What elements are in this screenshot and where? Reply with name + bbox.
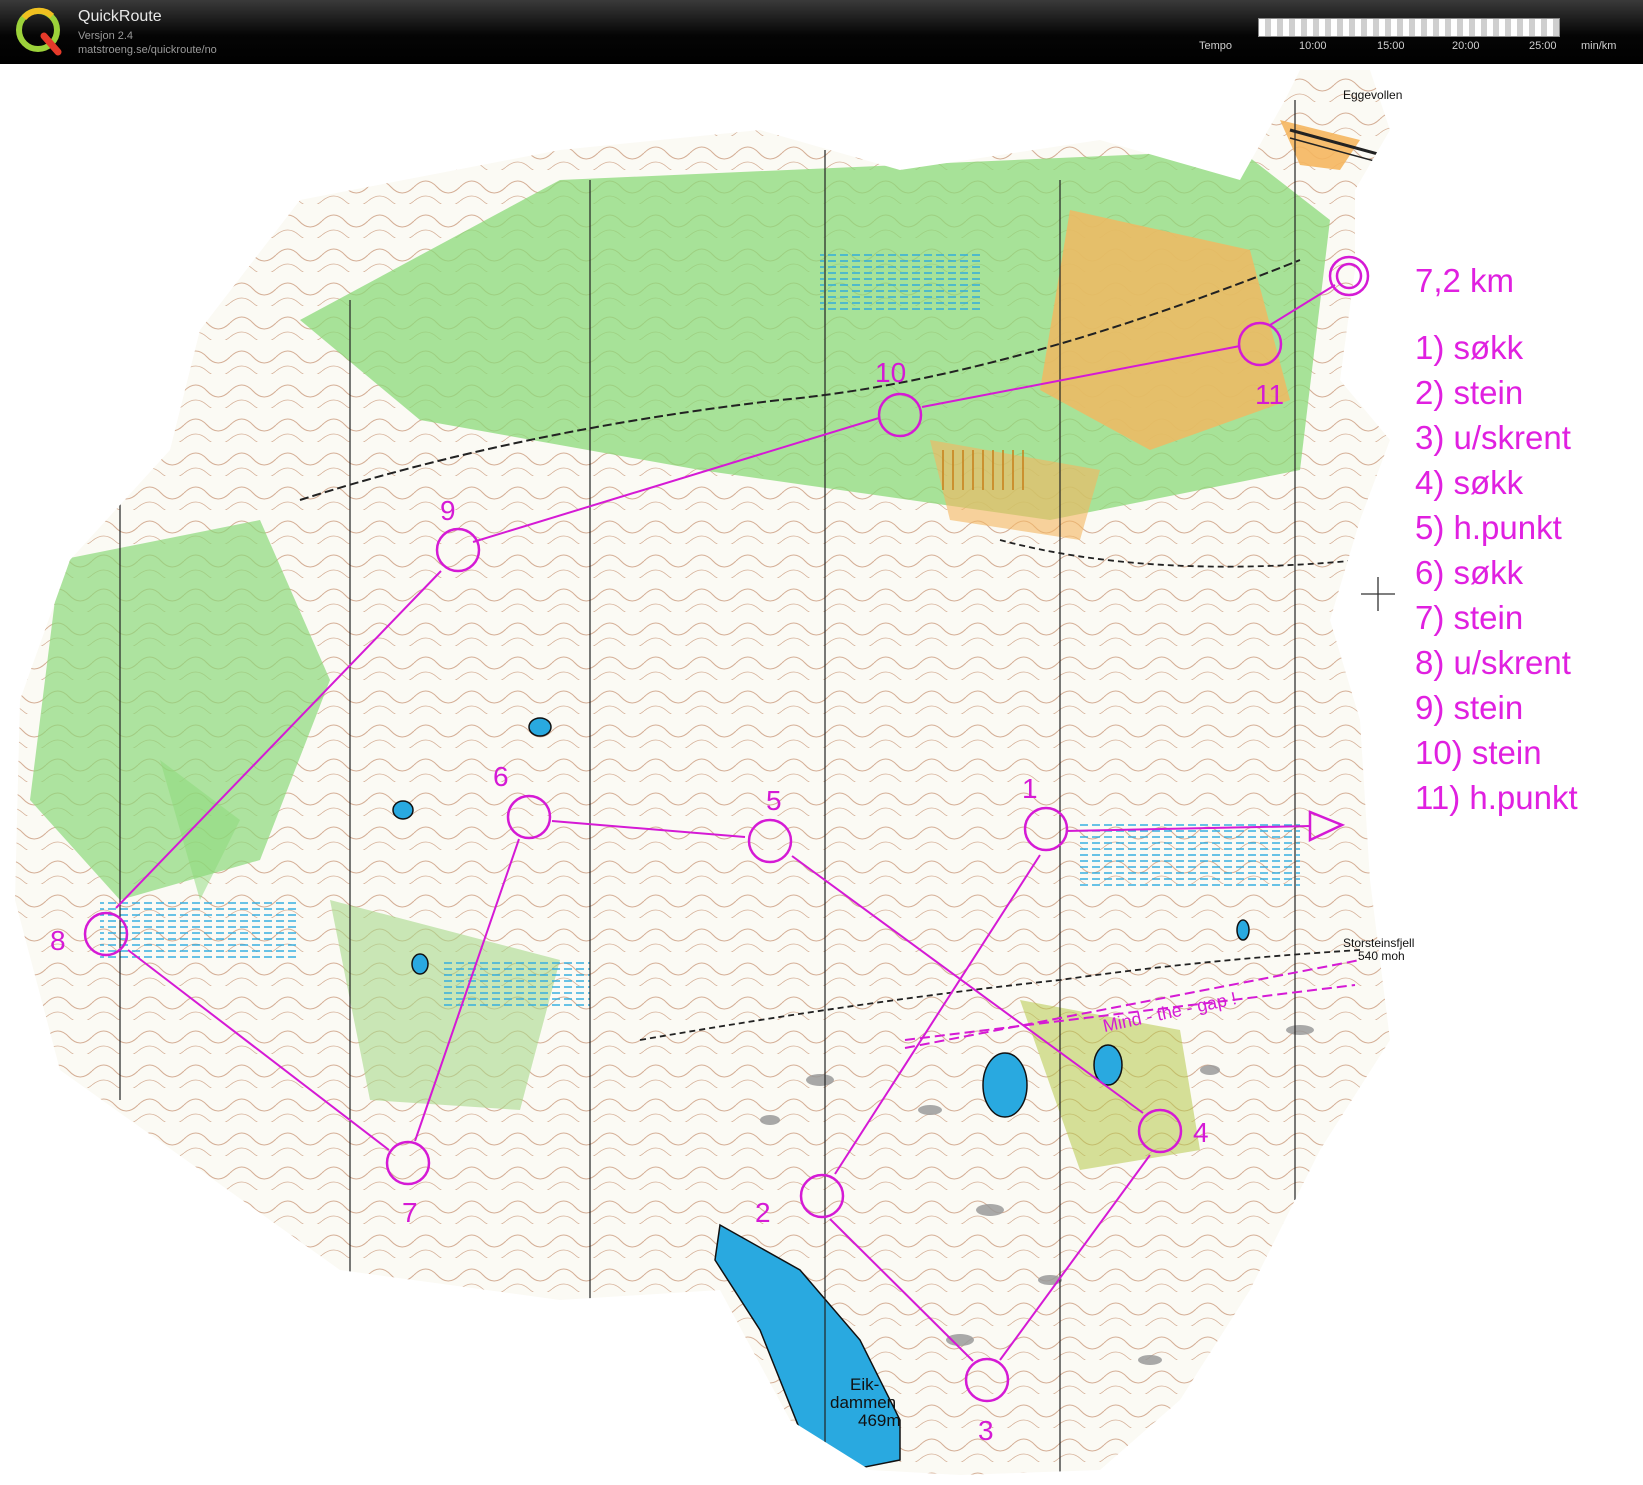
quickroute-logo-icon	[16, 7, 62, 56]
tempo-tick-25: 25:00	[1529, 40, 1557, 52]
label-summit-height: 540 moh	[1358, 949, 1405, 963]
quickroute-toolbar: QuickRoute Versjon 2.4 matstroeng.se/qui…	[0, 0, 1643, 64]
control-description: 3) u/skrent	[1415, 419, 1571, 456]
control-description: 5) h.punkt	[1415, 509, 1562, 546]
label-lake-line3: 469m	[858, 1411, 901, 1430]
control-description: 6) søkk	[1415, 554, 1524, 591]
control-number-6: 6	[493, 761, 509, 792]
crosshair-icon	[1361, 577, 1395, 611]
tempo-color-scale[interactable]	[1258, 18, 1560, 37]
label-eggevollen: Eggevollen	[1343, 88, 1402, 102]
control-description: 7) stein	[1415, 599, 1524, 636]
control-description: 9) stein	[1415, 689, 1524, 726]
control-description: 11) h.punkt	[1415, 779, 1578, 816]
control-number-9: 9	[440, 495, 456, 526]
control-number-10: 10	[875, 357, 906, 388]
app-url: matstroeng.se/quickroute/no	[78, 44, 217, 56]
course-legend: 7,2 km 1) søkk 2) stein 3) u/skrent 4) s…	[1415, 258, 1578, 820]
label-lake-line2: dammen	[830, 1393, 896, 1412]
control-description: 1) søkk	[1415, 329, 1524, 366]
tempo-tick-10: 10:00	[1299, 40, 1327, 52]
label-summit-name: Storsteinsfjell	[1343, 936, 1414, 950]
control-number-7: 7	[402, 1197, 418, 1228]
app-version: Versjon 2.4	[78, 30, 134, 42]
orienteering-map[interactable]: 1 2 3 4 5 6 7 8 9 10 11 Mind - the - gap…	[0, 64, 1643, 1485]
label-lake-line1: Eik-	[850, 1375, 879, 1394]
course-distance: 7,2 km	[1415, 262, 1515, 299]
control-number-3: 3	[978, 1415, 994, 1446]
map-terrain	[15, 70, 1390, 1475]
control-number-2: 2	[755, 1197, 771, 1228]
app-title: QuickRoute	[78, 8, 162, 25]
tempo-tick-20: 20:00	[1452, 40, 1480, 52]
control-number-11: 11	[1255, 379, 1284, 410]
control-number-8: 8	[50, 925, 66, 956]
control-description: 10) stein	[1415, 734, 1542, 771]
control-description: 4) søkk	[1415, 464, 1524, 501]
tempo-unit: min/km	[1581, 40, 1617, 52]
control-number-5: 5	[766, 785, 782, 816]
control-description-list: 1) søkk 2) stein 3) u/skrent 4) søkk 5) …	[1415, 325, 1578, 820]
control-description: 8) u/skrent	[1415, 644, 1571, 681]
control-number-4: 4	[1193, 1117, 1209, 1148]
tempo-tick-15: 15:00	[1377, 40, 1405, 52]
control-description: 2) stein	[1415, 374, 1524, 411]
control-number-1: 1	[1022, 773, 1038, 804]
tempo-label: Tempo	[1199, 40, 1233, 52]
